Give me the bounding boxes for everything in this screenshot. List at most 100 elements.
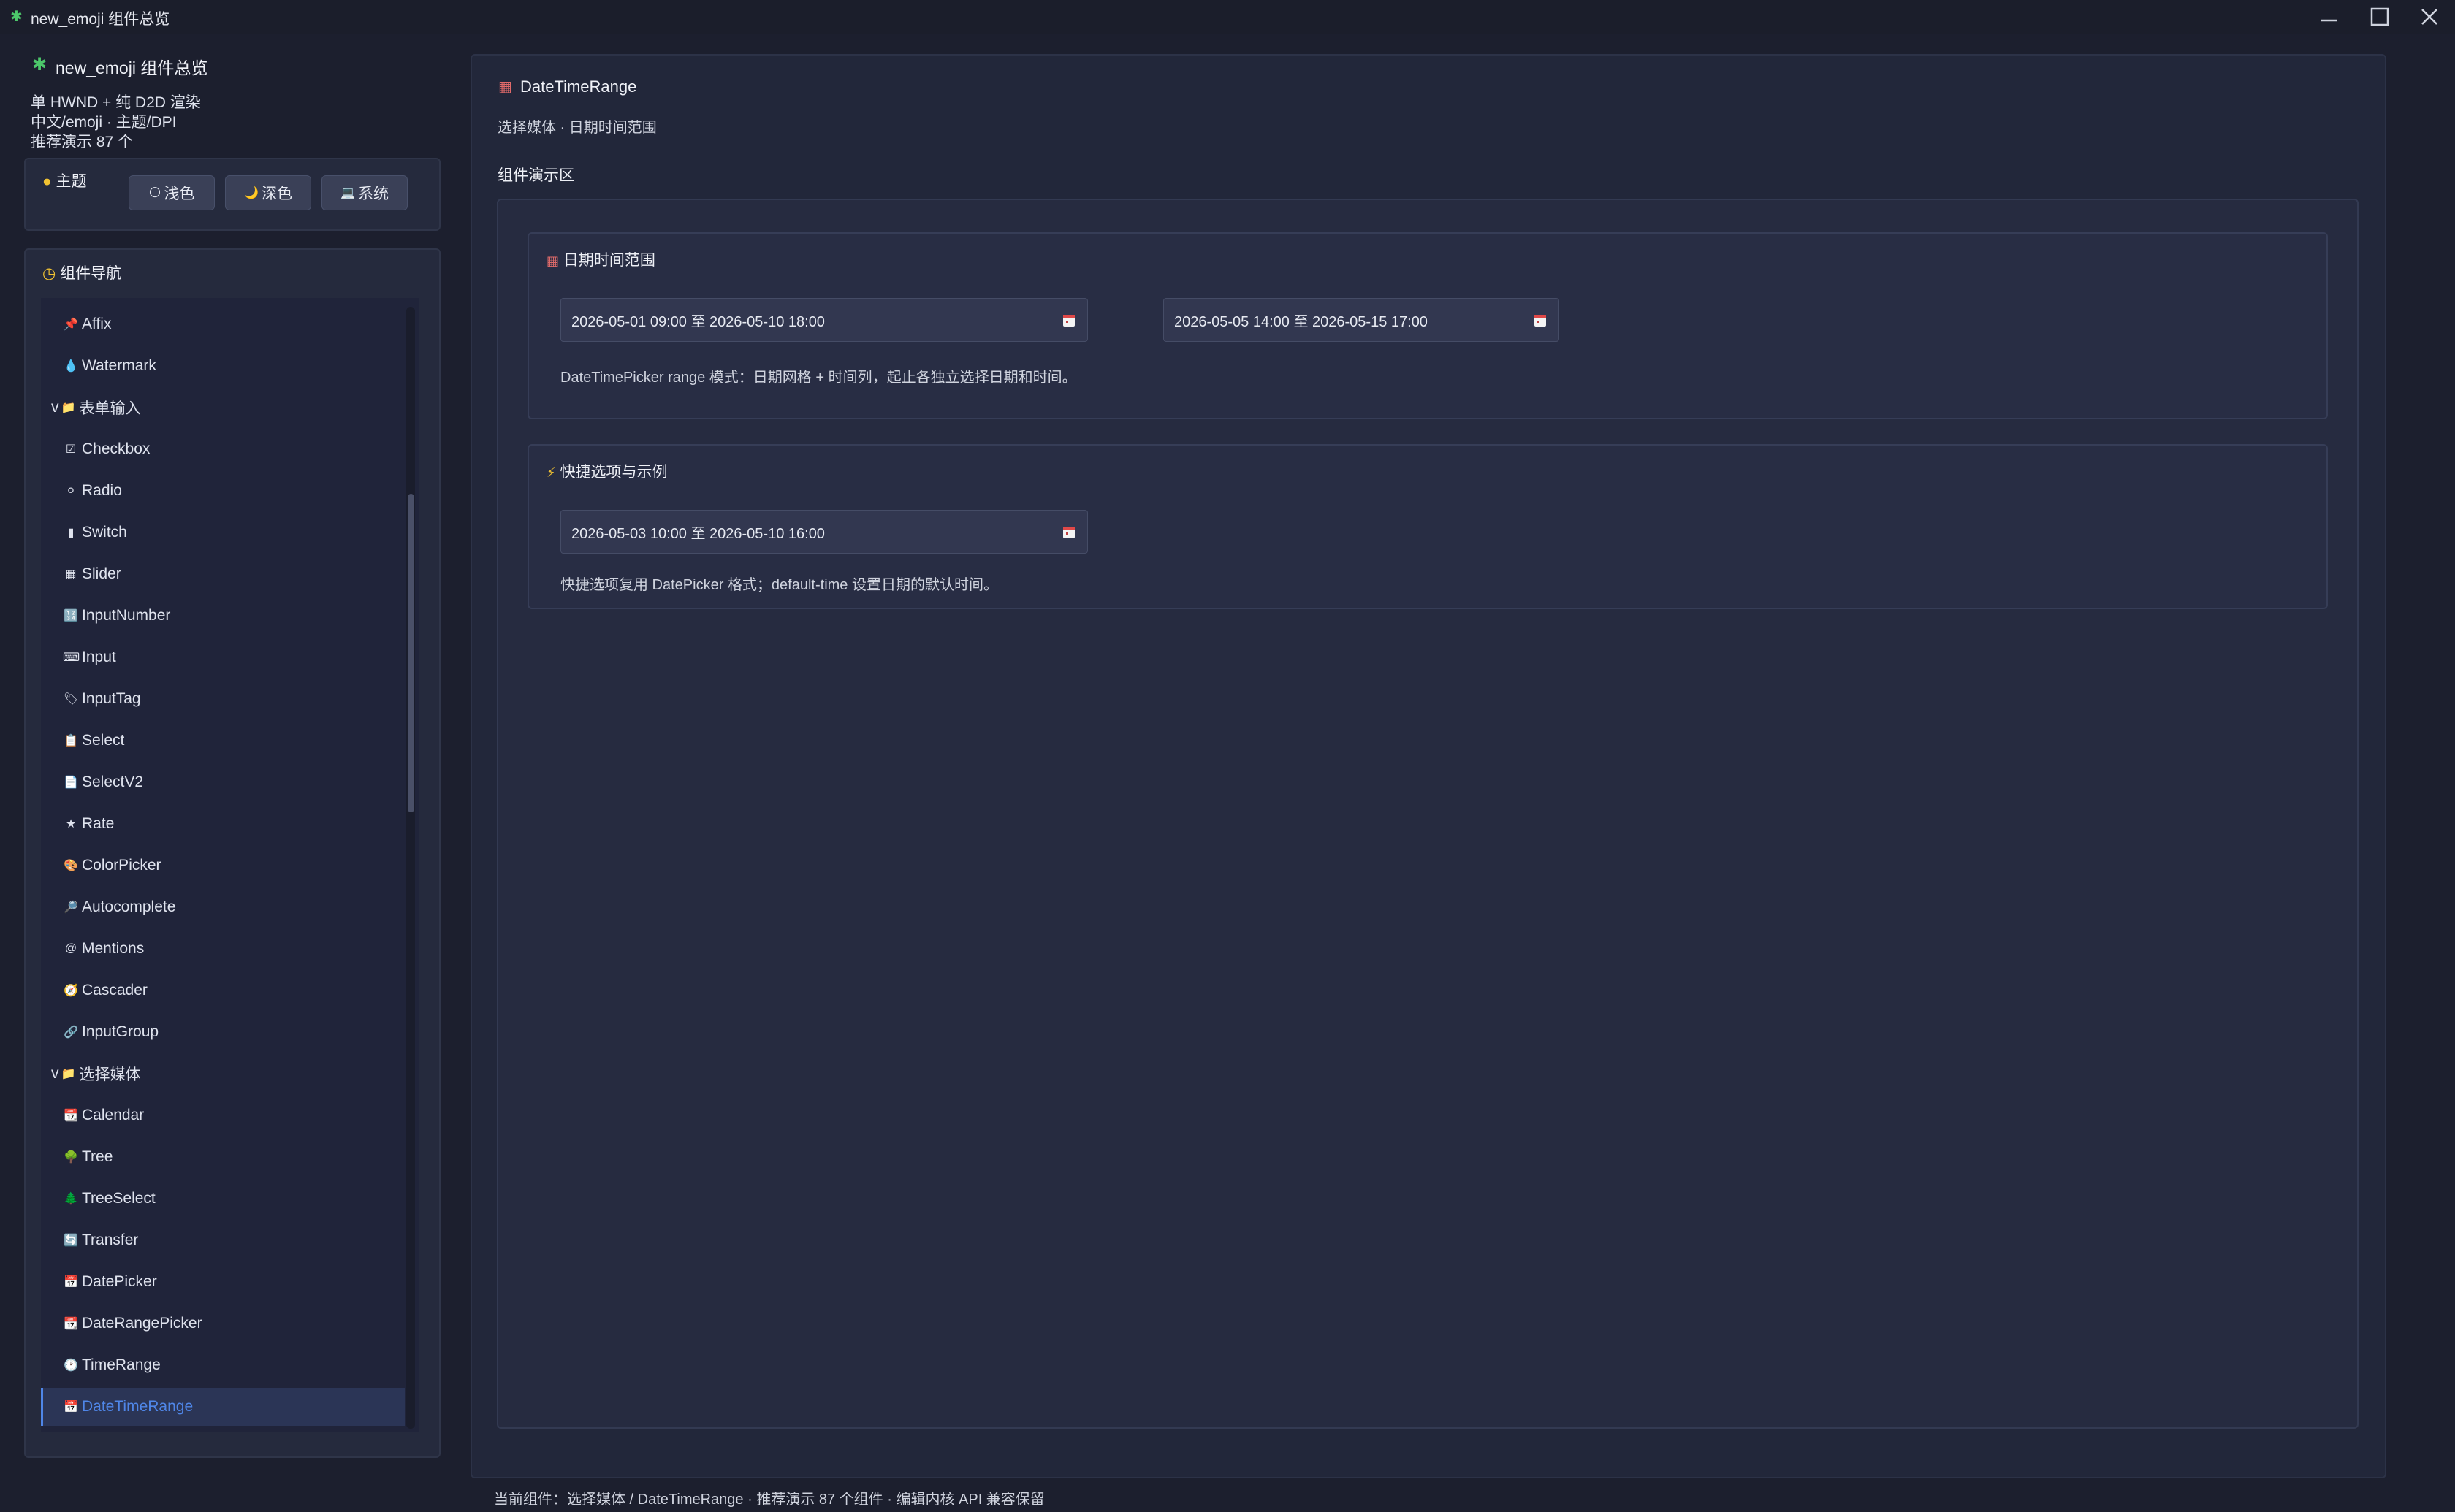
nav-item[interactable]: ⚪ Radio [41,472,405,510]
nav-item-label: Radio [82,482,122,499]
section-title: ⚡ 快捷选项与示例 [547,464,668,481]
nav-item[interactable]: 🌲 TreeSelect [41,1180,405,1218]
calendar-icon: ▦ [547,253,560,268]
nav-group[interactable]: v 📁 选择媒体 [41,1055,405,1093]
puzzle-icon: ✱ [32,55,47,75]
nav-item-label: Checkbox [82,440,151,457]
datetime-range-input-2[interactable]: 2026-05-05 14:00 至 2026-05-15 17:00 [1163,298,1559,342]
nav-item-icon: 🔄 [64,1234,78,1247]
minimize-button[interactable] [2303,0,2354,34]
nav-item-icon: ⌨ [63,652,80,664]
maximize-button[interactable] [2354,0,2405,34]
title-bar: ✱ new_emoji 组件总览 [0,0,2455,34]
nav-item[interactable]: 🔢 InputNumber [41,597,405,635]
nav-item-icon: 📆 [64,1110,78,1122]
nav-item-icon: 🔢 [64,610,78,622]
nav-item[interactable]: 🔎 Autocomplete [41,888,405,926]
info-line-1: 单 HWND + 纯 D2D 渲染 [31,94,201,111]
nav-item[interactable]: @ Mentions [41,930,405,968]
nav-item[interactable]: 📅 DateTimeRange [41,1388,405,1426]
nav-item-label: Tree [82,1148,113,1165]
theme-dark-button[interactable]: 🌙 深色 [225,175,311,210]
theme-light-button[interactable]: 🌕 浅色 [129,175,215,210]
nav-item-label: Affix [82,316,112,332]
datetime-range-input-1[interactable]: 2026-05-01 09:00 至 2026-05-10 18:00 [560,298,1088,342]
nav-item-label: 选择媒体 [79,1066,141,1083]
nav-item-label: DateTimeRange [82,1398,194,1415]
nav-item[interactable]: 📋 Select [41,722,405,760]
nav-item[interactable]: 📄 SelectV2 [41,763,405,801]
nav-item[interactable]: 🔗 InputGroup [41,1013,405,1051]
nav-item-icon: ★ [65,818,77,831]
nav-title: ◷ 组件导航 [42,265,122,282]
nav-item-label: SelectV2 [82,774,144,790]
nav-item[interactable]: 🔄 Transfer [41,1221,405,1259]
expand-chevron-icon: v [51,1065,59,1082]
theme-label: ● 主题 [42,173,87,190]
breadcrumb: 选择媒体 · 日期时间范围 [498,120,657,136]
nav-item[interactable]: 📅 DatePicker [41,1263,405,1301]
close-icon [2421,9,2437,25]
theme-system-button[interactable]: 💻 系统 [321,175,408,210]
nav-item-icon: 🔎 [64,901,78,914]
nav-item-label: Switch [82,524,127,541]
nav-item-icon: 📅 [64,1276,78,1288]
nav-item-label: InputTag [82,690,141,707]
nav-item-icon: 🕑 [64,1359,78,1372]
nav-item-icon: 🎨 [64,860,78,872]
nav-item-label: Autocomplete [82,898,176,915]
page-title: DateTimeRange [520,77,637,96]
nav-item[interactable]: 🕑 TimeRange [41,1346,405,1384]
nav-item-label: 表单输入 [79,400,141,417]
nav-item-label: Slider [82,565,121,582]
maximize-icon [2370,7,2389,26]
nav-item[interactable]: ★ Rate [41,805,405,843]
window-title: new_emoji 组件总览 [31,11,170,28]
nav-item-icon: 📄 [64,776,78,789]
nav-item-icon: 🧭 [64,985,78,997]
nav-item-label: Rate [82,815,115,832]
nav-item[interactable]: 🎨 ColorPicker [41,847,405,885]
nav-item-icon: ▦ [65,568,77,581]
nav-item-label: InputNumber [82,607,171,624]
nav-item[interactable]: ☑ Checkbox [41,430,405,468]
nav-item-icon: 🌲 [64,1193,78,1205]
section-description: DateTimePicker range 模式：日期网格 + 时间列，起止各独立… [560,370,1077,386]
nav-item[interactable]: ▮ Switch [41,513,405,551]
sun-icon: 🌕 [148,187,161,199]
nav-item[interactable]: 🏷 InputTag [41,680,405,718]
nav-item[interactable]: 📌 Affix [41,305,405,343]
info-line-3: 推荐演示 87 个 [31,134,134,150]
nav-item-label: ColorPicker [82,857,161,874]
nav-item-icon: ▮ [67,527,75,539]
nav-item-icon: 🌳 [64,1151,78,1164]
close-button[interactable] [2404,0,2455,34]
nav-item[interactable]: 🧭 Cascader [41,971,405,1009]
nav-item[interactable]: 📆 Calendar [41,1096,405,1134]
theme-system-label: 系统 [357,186,389,202]
nav-item[interactable]: 💧 Watermark [41,347,405,385]
theme-light-label: 浅色 [164,186,195,202]
calendar-icon [1063,527,1075,538]
nav-scroll-thumb[interactable] [408,494,414,812]
nav-item-icon: 📁 [61,402,76,414]
nav-item-icon: 📁 [61,1068,76,1080]
minimize-icon [2321,19,2337,22]
nav-group[interactable]: v 📁 表单输入 [41,389,405,427]
sidebar-title: new_emoji 组件总览 [56,58,208,77]
nav-item[interactable]: 📆 DateRangePicker [41,1305,405,1343]
nav-item-label: TreeSelect [82,1190,156,1207]
nav-item-icon: ☑ [65,443,77,456]
laptop-icon: 💻 [340,187,355,199]
nav-item[interactable]: ⌨ Input [41,638,405,676]
nav-scrollbar[interactable] [406,307,415,1429]
datetime-range-input-3[interactable]: 2026-05-03 10:00 至 2026-05-10 16:00 [560,510,1088,554]
nav-item[interactable]: ▦ Slider [41,555,405,593]
nav-item-label: Select [82,732,125,749]
nav-list[interactable]: 📌 Affix 💧 Watermark v 📁 表单输入 ☑ Checkbox ⚪ Radio ▮ Sw… [41,298,419,1432]
nav-item-label: Input [82,649,116,665]
nav-item[interactable]: 🌳 Tree [41,1138,405,1176]
nav-item-label: Calendar [82,1107,145,1123]
compass-icon: ◷ [42,265,56,282]
info-line-2: 中文/emoji · 主题/DPI [31,114,177,131]
